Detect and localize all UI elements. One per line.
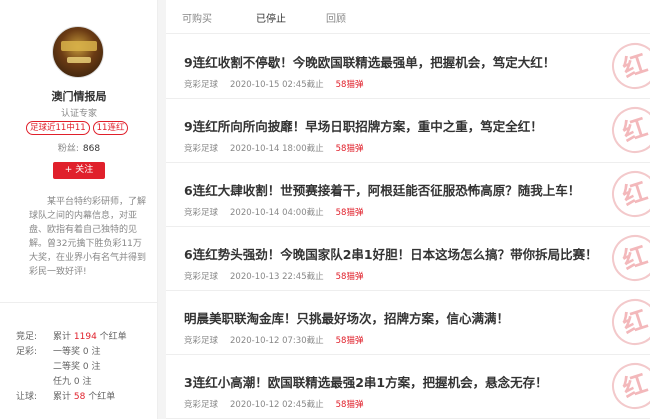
item-meta: 竞彩足球 2020-10-12 02:45截止 58猫弹 [184, 398, 363, 410]
record-tag: 足球近11中11 [26, 121, 90, 135]
item-category: 竞彩足球 [184, 80, 219, 90]
tab-stopped[interactable]: 已停止 [256, 10, 286, 25]
follow-button[interactable]: + 关注 [53, 162, 105, 179]
stat-category [16, 360, 53, 375]
list-item[interactable]: 6连红势头强劲！今晚国家队2串1好胆！日本这场怎么搞？带你拆局比赛！ 竞彩足球 … [166, 227, 650, 291]
item-price: 58猫弹 [335, 272, 364, 282]
stat-unit: 个红单 [99, 332, 127, 342]
expert-tags: 足球近11中11 11连红 [26, 121, 129, 135]
fans-value: 868 [82, 144, 101, 154]
item-category: 竞彩足球 [184, 272, 219, 282]
tab-bar: 可购买 已停止 回顾 [166, 0, 650, 34]
item-meta: 竞彩足球 2020-10-14 04:00截止 58猫弹 [184, 206, 363, 218]
red-win-stamp-icon: 红 [606, 37, 650, 95]
tab-review[interactable]: 回顾 [326, 10, 346, 25]
stats-list: 竞足: 累计 1194 个红单 足彩: 一等奖 0 注 二等奖 0 注 任九 0… [16, 330, 127, 405]
stat-value: 1194 [73, 332, 97, 342]
avatar[interactable] [52, 26, 104, 78]
item-price: 58猫弹 [335, 400, 364, 410]
plan-list-panel: 可购买 已停止 回顾 9连红收割不停歇！今晚欧国联精选最强单，把握机会，笃定大红… [166, 0, 650, 419]
fans-count: 粉丝: 868 [0, 141, 158, 154]
streak-tag: 11连红 [92, 121, 129, 135]
red-win-stamp-icon: 红 [606, 101, 650, 159]
item-meta: 竞彩足球 2020-10-15 02:45截止 58猫弹 [184, 78, 363, 90]
item-category: 竞彩足球 [184, 400, 219, 410]
stat-label: 二等奖 [53, 362, 81, 372]
stat-label: 任九 [53, 377, 72, 387]
stat-row: 让球: 累计 58 个红单 [16, 390, 127, 405]
stat-value: 0 [82, 362, 89, 372]
item-title[interactable]: 6连红大肆收割！世预赛接着干，阿根廷能否征服恐怖高原？随我上车！ [184, 180, 580, 199]
item-deadline: 2020-10-12 02:45截止 [230, 400, 324, 410]
stat-row: 竞足: 累计 1194 个红单 [16, 330, 127, 345]
stat-row: 二等奖 0 注 [16, 360, 127, 375]
stat-label: 累计 [53, 332, 72, 342]
stat-row: 任九 0 注 [16, 375, 127, 390]
stat-value: 0 [73, 377, 80, 387]
item-category: 竞彩足球 [184, 336, 219, 346]
item-deadline: 2020-10-14 04:00截止 [230, 208, 324, 218]
item-deadline: 2020-10-14 18:00截止 [230, 144, 324, 154]
red-win-stamp-icon: 红 [606, 293, 650, 351]
item-category: 竞彩足球 [184, 144, 219, 154]
item-category: 竞彩足球 [184, 208, 219, 218]
list-item[interactable]: 9连红所向所向披靡！早场日职招牌方案，重中之重，笃定全红！ 竞彩足球 2020-… [166, 99, 650, 163]
item-price: 58猫弹 [335, 144, 364, 154]
list-item[interactable]: 3连红小高潮！欧国联精选最强2串1方案，把握机会，悬念无存！ 竞彩足球 2020… [166, 355, 650, 419]
item-deadline: 2020-10-13 22:45截止 [230, 272, 324, 282]
item-title[interactable]: 9连红收割不停歇！今晚欧国联精选最强单，把握机会，笃定大红！ [184, 52, 555, 71]
item-title[interactable]: 6连红势头强劲！今晚国家队2串1好胆！日本这场怎么搞？带你拆局比赛！ [184, 244, 598, 263]
expert-sidebar: 澳门情报局 认证专家 足球近11中11 11连红 粉丝: 868 + 关注 某平台… [0, 0, 158, 419]
stat-unit: 注 [91, 347, 101, 357]
red-win-stamp-icon: 红 [606, 357, 650, 415]
avatar-sign-graphic-2 [67, 57, 91, 63]
stat-label: 累计 [53, 392, 72, 402]
item-meta: 竞彩足球 2020-10-13 22:45截止 58猫弹 [184, 270, 363, 282]
item-title[interactable]: 9连红所向所向披靡！早场日职招牌方案，重中之重，笃定全红！ [184, 116, 543, 135]
stat-category: 让球: [16, 392, 38, 402]
stat-row: 足彩: 一等奖 0 注 [16, 345, 127, 360]
item-price: 58猫弹 [335, 208, 364, 218]
stat-value: 58 [73, 392, 86, 402]
expert-name: 澳门情报局 [51, 90, 107, 103]
stat-label: 一等奖 [53, 347, 81, 357]
stat-unit: 注 [82, 377, 92, 387]
item-title[interactable]: 明晨美职联淘金库！只挑最好场次，招牌方案，信心满满！ [184, 308, 509, 327]
item-title[interactable]: 3连红小高潮！欧国联精选最强2串1方案，把握机会，悬念无存！ [184, 372, 548, 391]
red-win-stamp-icon: 红 [606, 229, 650, 287]
expert-role: 认证专家 [60, 109, 97, 119]
list-item[interactable]: 6连红大肆收割！世预赛接着干，阿根廷能否征服恐怖高原？随我上车！ 竞彩足球 20… [166, 163, 650, 227]
tab-available[interactable]: 可购买 [182, 10, 212, 25]
fans-label: 粉丝: [57, 144, 79, 154]
sidebar-divider [0, 302, 157, 303]
item-meta: 竞彩足球 2020-10-12 07:30截止 58猫弹 [184, 334, 363, 346]
stat-category: 竞足: [16, 332, 38, 342]
item-price: 58猫弹 [335, 336, 364, 346]
avatar-sign-graphic [61, 41, 97, 51]
item-deadline: 2020-10-15 02:45截止 [230, 80, 324, 90]
item-price: 58猫弹 [335, 80, 364, 90]
list-item[interactable]: 明晨美职联淘金库！只挑最好场次，招牌方案，信心满满！ 竞彩足球 2020-10-… [166, 291, 650, 355]
stat-value: 0 [82, 347, 89, 357]
item-meta: 竞彩足球 2020-10-14 18:00截止 58猫弹 [184, 142, 363, 154]
red-win-stamp-icon: 红 [606, 165, 650, 223]
stat-category [16, 375, 53, 390]
list-item[interactable]: 9连红收割不停歇！今晚欧国联精选最强单，把握机会，笃定大红！ 竞彩足球 2020… [166, 35, 650, 99]
stat-category: 足彩: [16, 347, 38, 357]
stat-unit: 注 [91, 362, 101, 372]
expert-intro: 某平台特约彩研师，了解球队之间的内幕信息，对亚盘、欧指有着自己独特的见解。曾32… [29, 197, 147, 277]
item-deadline: 2020-10-12 07:30截止 [230, 336, 324, 346]
stat-unit: 个红单 [88, 392, 116, 402]
